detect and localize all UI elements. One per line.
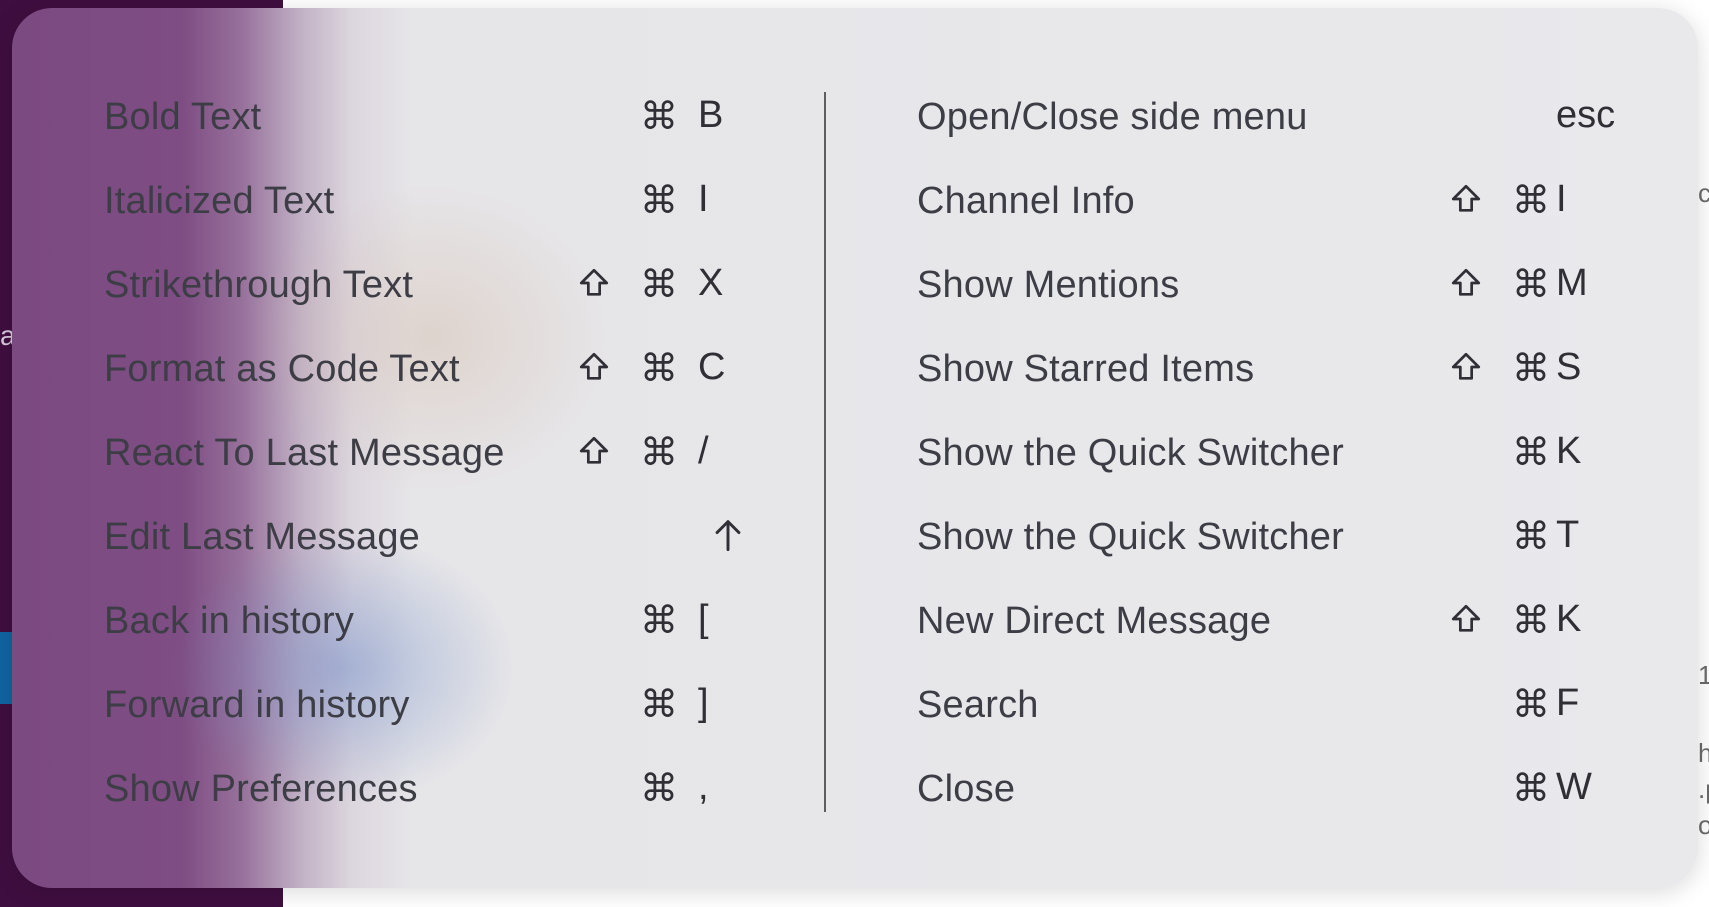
shortcut-row: Forward in history ⌘] [104, 668, 744, 752]
shortcut-row: Channel Info ⌘ I [917, 164, 1622, 248]
shortcut-label: Close [917, 768, 1016, 810]
shortcut-key: M [1556, 262, 1588, 304]
command-key-icon: ⌘ [1512, 432, 1550, 474]
command-key-icon: ⌘ [640, 600, 678, 642]
shortcut-label: Show Mentions [917, 264, 1180, 306]
shortcut-key: S [1556, 346, 1582, 388]
shortcut-label: Search [917, 684, 1039, 726]
shortcut-label: Italicized Text [104, 180, 335, 222]
shortcut-key: T [1556, 514, 1580, 556]
shortcut-key: B [698, 94, 724, 136]
shortcut-label: Strikethrough Text [104, 264, 414, 306]
shortcut-row: React To Last Message ⌘ / [104, 416, 744, 500]
shift-key-icon [1442, 178, 1490, 216]
shortcut-row: Strikethrough Text ⌘ X [104, 248, 744, 332]
shortcut-row: Show the Quick Switcher ⌘ K [917, 416, 1622, 500]
column-divider [824, 92, 826, 812]
shortcut-row: Show Starred Items ⌘ S [917, 332, 1622, 416]
command-key-icon: ⌘ [640, 96, 678, 138]
shortcut-label: Edit Last Message [104, 516, 421, 558]
shortcut-label: Show Starred Items [917, 348, 1255, 390]
command-key-icon: ⌘ [640, 768, 678, 810]
shortcut-key: , [698, 766, 709, 808]
shortcut-key: X [698, 262, 724, 304]
background-text-fragment: .p [1698, 774, 1709, 804]
shortcut-key: F [1556, 682, 1580, 724]
shortcut-key: [ [698, 598, 709, 640]
left-shortcut-column: Bold Text ⌘ B Italicized Text ⌘ I Strikethroug… [104, 80, 744, 836]
shortcut-key: I [698, 178, 709, 220]
command-key-icon: ⌘ [640, 180, 678, 222]
shift-key-icon [1442, 598, 1490, 636]
shift-key-icon [570, 430, 618, 468]
command-key-icon: ⌘ [640, 432, 678, 474]
shortcut-row: Show Preferences ⌘, [104, 752, 744, 836]
shortcut-row: Edit Last Message [104, 500, 744, 584]
shortcut-label: Channel Info [917, 180, 1135, 222]
shortcut-label: Bold Text [104, 96, 262, 138]
shift-key-icon [570, 346, 618, 384]
shortcut-row: Bold Text ⌘ B [104, 80, 744, 164]
shortcut-label: Show the Quick Switcher [917, 516, 1344, 558]
background-text-fragment: o [1698, 810, 1709, 840]
shortcut-row: New Direct Message ⌘ K [917, 584, 1622, 668]
background-text-fragment: 1c [1698, 660, 1709, 690]
shortcut-label: Open/Close side menu [917, 96, 1308, 138]
shortcut-key: C [698, 346, 726, 388]
command-key-icon: ⌘ [640, 264, 678, 306]
command-key-icon: ⌘ [640, 684, 678, 726]
keyboard-shortcuts-panel: Bold Text ⌘ B Italicized Text ⌘ I Strikethroug… [12, 8, 1698, 888]
shortcut-label: Back in history [104, 600, 355, 642]
shortcut-label: Show Preferences [104, 768, 418, 810]
shortcut-label: React To Last Message [104, 432, 505, 474]
shortcut-row: Show the Quick Switcher ⌘ T [917, 500, 1622, 584]
shortcut-key: K [1556, 430, 1582, 472]
shift-key-icon [1442, 262, 1490, 300]
background-text-fragment: c [1698, 178, 1709, 208]
shortcut-label: Format as Code Text [104, 348, 460, 390]
command-key-icon: ⌘ [1512, 684, 1550, 726]
command-key-icon: ⌘ [1512, 600, 1550, 642]
right-shortcut-column: Open/Close side menu esc Channel Info ⌘ I Sho… [917, 80, 1622, 836]
command-key-icon: ⌘ [1512, 348, 1550, 390]
shift-key-icon [1442, 346, 1490, 384]
command-key-icon: ⌘ [1512, 264, 1550, 306]
shortcut-row: Search ⌘ F [917, 668, 1622, 752]
command-key-icon: ⌘ [1512, 516, 1550, 558]
shortcut-label: Show the Quick Switcher [917, 432, 1344, 474]
command-key-icon: ⌘ [640, 348, 678, 390]
shift-key-icon [570, 262, 618, 300]
shortcut-key: K [1556, 598, 1582, 640]
shortcut-row: Close ⌘ W [917, 752, 1622, 836]
background-text-fragment: h [1698, 738, 1709, 768]
shortcut-row: Format as Code Text ⌘ C [104, 332, 744, 416]
shortcut-row: Back in history ⌘ [ [104, 584, 744, 668]
command-key-icon: ⌘ [1512, 768, 1550, 810]
up-arrow-icon [698, 514, 758, 552]
shortcut-label: New Direct Message [917, 600, 1272, 642]
shortcut-key: W [1556, 766, 1592, 808]
shortcut-key: I [1556, 178, 1567, 220]
shortcut-row: Open/Close side menu esc [917, 80, 1622, 164]
shortcut-key: ] [698, 682, 709, 724]
shortcut-row: Show Mentions ⌘ M [917, 248, 1622, 332]
shortcut-key: esc [1556, 94, 1616, 136]
shortcut-row: Italicized Text ⌘ I [104, 164, 744, 248]
shortcut-label: Forward in history [104, 684, 410, 726]
command-key-icon: ⌘ [1512, 180, 1550, 222]
shortcut-key: / [698, 430, 709, 472]
